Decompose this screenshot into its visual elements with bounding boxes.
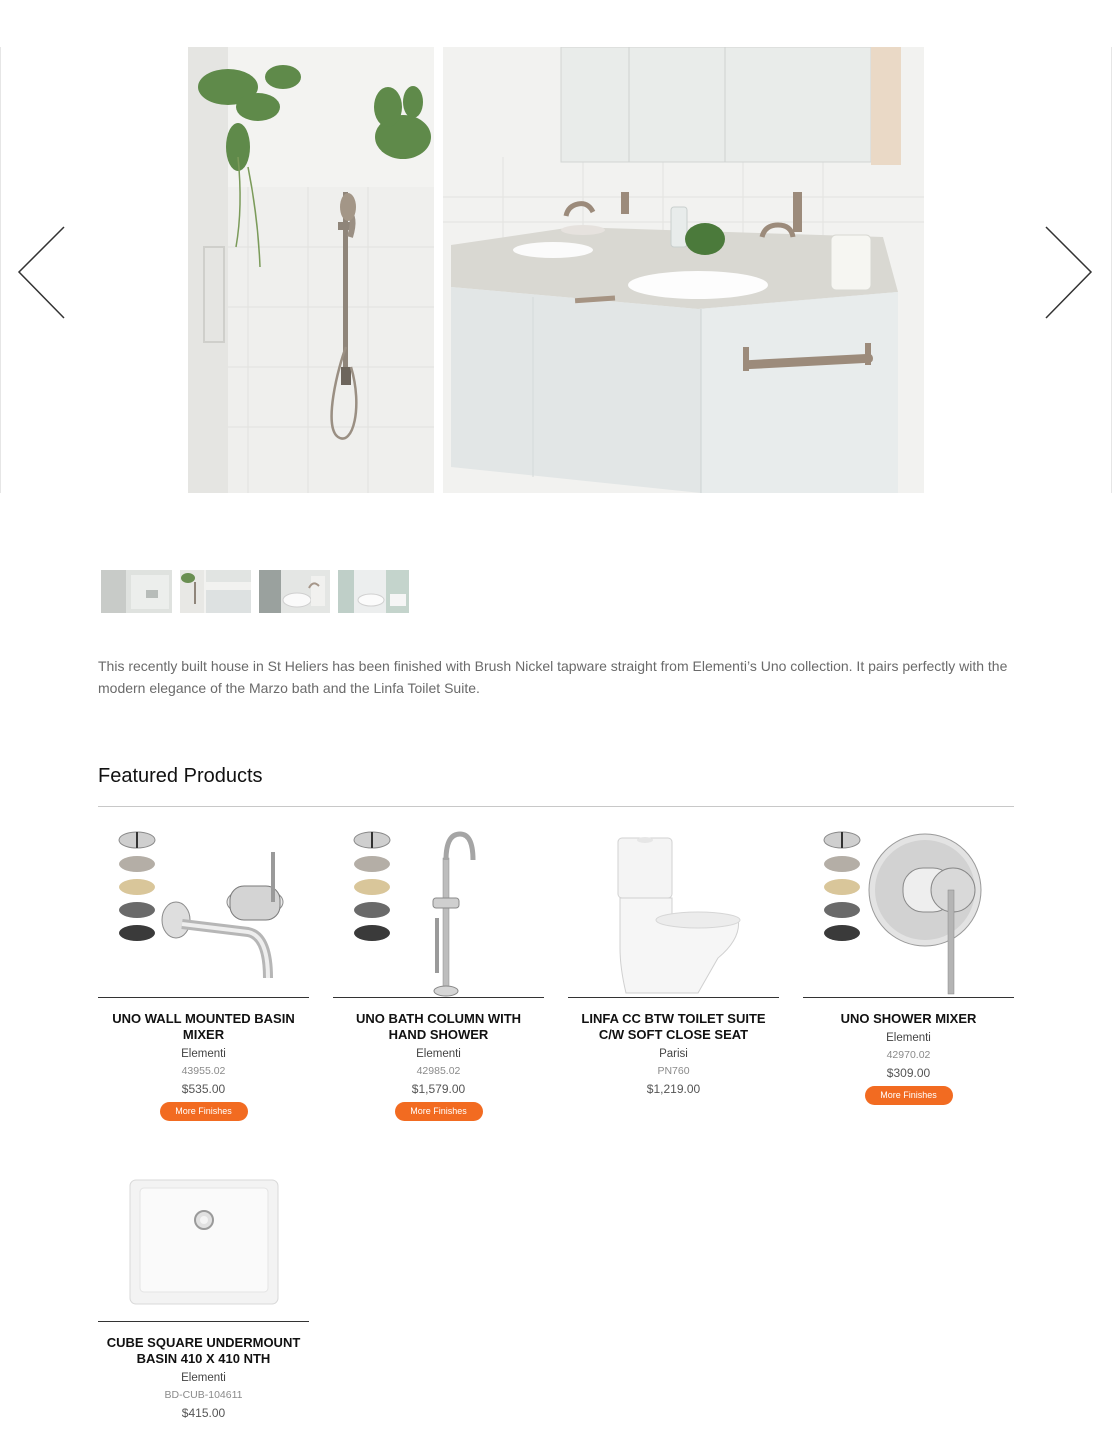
carousel-next-arrow-icon[interactable] bbox=[1044, 226, 1094, 320]
thumbnail-2[interactable] bbox=[180, 570, 251, 613]
product-brand: Elementi bbox=[181, 1372, 226, 1384]
product-brand: Elementi bbox=[886, 1032, 931, 1044]
product-image-cube-basin[interactable] bbox=[98, 1152, 309, 1322]
more-finishes-button[interactable]: More Finishes bbox=[864, 1086, 953, 1105]
product-name[interactable]: LINFA CC BTW TOILET SUITE C/W SOFT CLOSE… bbox=[568, 1011, 779, 1043]
slide-image-vanity bbox=[443, 47, 924, 493]
carousel-prev-arrow-icon[interactable] bbox=[16, 226, 66, 320]
product-card: UNO WALL MOUNTED BASIN MIXER Elementi 43… bbox=[98, 828, 309, 1121]
product-image-shower-mixer[interactable] bbox=[803, 828, 1014, 998]
product-price: $535.00 bbox=[181, 1082, 226, 1096]
thumbnail-4[interactable] bbox=[338, 570, 409, 613]
product-name[interactable]: UNO BATH COLUMN WITH HAND SHOWER bbox=[333, 1011, 544, 1043]
product-code: 42970.02 bbox=[886, 1049, 931, 1061]
featured-products-heading: Featured Products bbox=[98, 765, 263, 787]
thumbnail-3[interactable] bbox=[259, 570, 330, 613]
product-image-bath-column[interactable] bbox=[333, 828, 544, 998]
product-brand: Parisi bbox=[659, 1048, 688, 1060]
product-code: PN760 bbox=[657, 1065, 690, 1077]
product-card: UNO BATH COLUMN WITH HAND SHOWER Element… bbox=[333, 828, 544, 1121]
product-brand: Elementi bbox=[416, 1048, 461, 1060]
product-image-toilet-suite[interactable] bbox=[568, 828, 779, 998]
hero-carousel bbox=[0, 0, 1112, 540]
product-code: 43955.02 bbox=[181, 1065, 226, 1077]
product-price: $415.00 bbox=[181, 1406, 226, 1420]
product-price: $1,219.00 bbox=[646, 1082, 701, 1096]
product-code: 42985.02 bbox=[416, 1065, 461, 1077]
more-finishes-button[interactable]: More Finishes bbox=[394, 1102, 483, 1121]
product-name[interactable]: UNO WALL MOUNTED BASIN MIXER bbox=[98, 1011, 309, 1043]
more-finishes-button[interactable]: More Finishes bbox=[159, 1102, 248, 1121]
finish-swatches bbox=[118, 831, 156, 941]
carousel-edge-left bbox=[0, 47, 1, 493]
product-card: LINFA CC BTW TOILET SUITE C/W SOFT CLOSE… bbox=[568, 828, 779, 1098]
product-price: $1,579.00 bbox=[411, 1082, 466, 1096]
thumbnail-1[interactable] bbox=[101, 570, 172, 613]
finish-swatches bbox=[353, 831, 391, 941]
project-description: This recently built house in St Heliers … bbox=[98, 658, 1008, 696]
featured-divider bbox=[98, 806, 1014, 807]
product-code: BD-CUB-104611 bbox=[164, 1389, 243, 1401]
product-card: UNO SHOWER MIXER Elementi 42970.02 $309.… bbox=[803, 828, 1014, 1105]
product-price: $309.00 bbox=[886, 1066, 931, 1080]
product-image-basin-mixer[interactable] bbox=[98, 828, 309, 998]
product-name[interactable]: CUBE SQUARE UNDERMOUNT BASIN 410 X 410 N… bbox=[98, 1335, 309, 1367]
carousel-thumbnails bbox=[101, 570, 409, 613]
product-card: CUBE SQUARE UNDERMOUNT BASIN 410 X 410 N… bbox=[98, 1152, 309, 1422]
slide-image-shower bbox=[188, 47, 434, 493]
product-brand: Elementi bbox=[181, 1048, 226, 1060]
product-name[interactable]: UNO SHOWER MIXER bbox=[803, 1011, 1014, 1027]
finish-swatches bbox=[823, 831, 861, 941]
